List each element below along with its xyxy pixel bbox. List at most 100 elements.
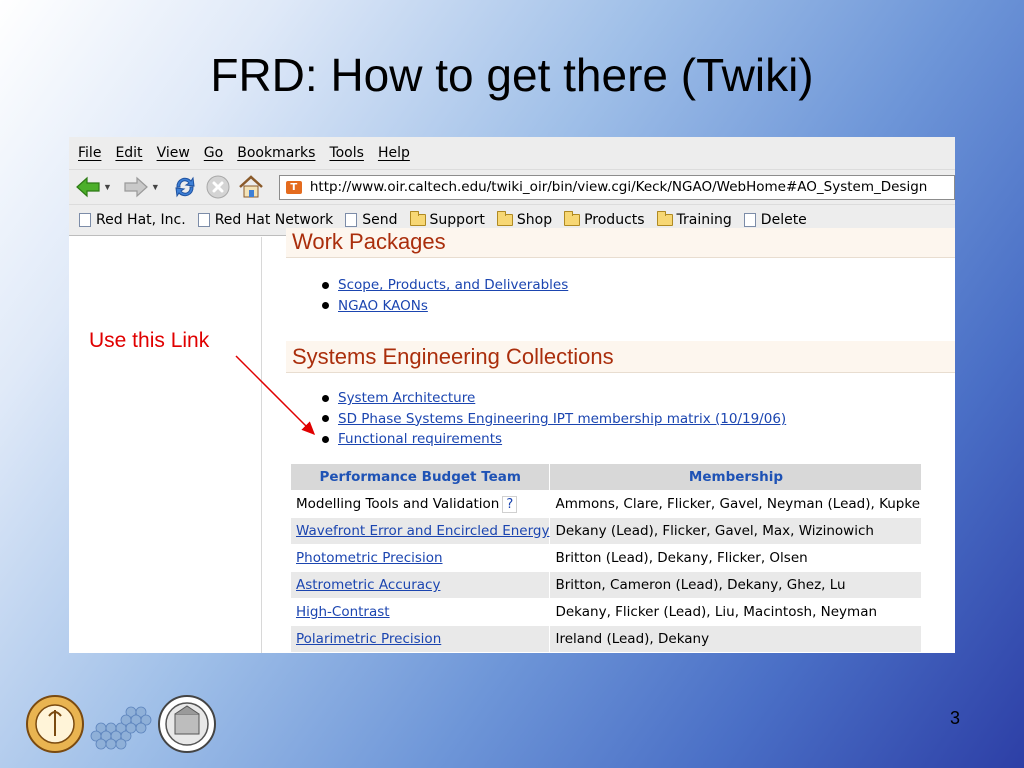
menu-help[interactable]: Help xyxy=(378,145,410,161)
team-cell: Astrometric Accuracy xyxy=(289,571,551,599)
bookmark-training[interactable]: Training xyxy=(656,211,732,228)
left-sidebar xyxy=(69,237,262,653)
forward-button[interactable]: ▼ xyxy=(123,176,165,198)
page-icon xyxy=(197,213,210,227)
membership-cell: Dekany (Lead), Flicker, Gavel, Max, Wizi… xyxy=(549,517,923,545)
institution-logos xyxy=(26,695,216,753)
folder-icon xyxy=(564,211,581,226)
keck-mirror-segments-icon xyxy=(90,706,152,750)
membership-cell: Dekany, Flicker (Lead), Liu, Macintosh, … xyxy=(549,598,923,626)
table-header-row: Performance Budget Team Membership xyxy=(289,463,923,491)
menu-bar: File Edit View Go Bookmarks Tools Help xyxy=(69,137,955,169)
site-favicon-icon: T xyxy=(285,180,302,194)
team-link[interactable]: Photometric Precision xyxy=(296,550,443,566)
stop-button[interactable] xyxy=(205,174,231,200)
menu-edit[interactable]: Edit xyxy=(115,145,142,161)
navigation-toolbar: ▼ ▼ T http://www.oir.caltech.edu/twiki_o… xyxy=(69,169,955,204)
page-content: Work Packages Scope, Products, and Deliv… xyxy=(69,228,955,653)
folder-icon xyxy=(496,211,513,226)
bookmark-label: Red Hat, Inc. xyxy=(96,212,186,228)
link-system-architecture[interactable]: System Architecture xyxy=(338,390,475,406)
table-row: High-Contrast Dekany, Flicker (Lead), Li… xyxy=(289,598,923,626)
column-header-team[interactable]: Performance Budget Team xyxy=(289,463,551,491)
main-pane: Work Packages Scope, Products, and Deliv… xyxy=(286,228,955,653)
link-functional-requirements[interactable]: Functional requirements xyxy=(338,431,502,447)
bookmark-delete[interactable]: Delete xyxy=(743,212,807,228)
forward-arrow-icon xyxy=(124,176,148,198)
back-button[interactable]: ▼ xyxy=(75,176,117,198)
team-name: Modelling Tools and Validation xyxy=(296,495,500,512)
systems-engineering-heading: Systems Engineering Collections xyxy=(286,341,955,373)
team-link[interactable]: Astrometric Accuracy xyxy=(296,577,440,593)
bookmark-label: Red Hat Network xyxy=(214,212,334,228)
list-item: Functional requirements xyxy=(322,429,786,450)
forward-dropdown-icon[interactable]: ▼ xyxy=(151,182,160,192)
bookmark-support[interactable]: Support xyxy=(409,211,485,228)
bookmark-label: Delete xyxy=(760,212,807,228)
stop-icon xyxy=(206,175,230,199)
bookmark-products[interactable]: Products xyxy=(564,211,645,228)
table-row: Astrometric Accuracy Britton, Cameron (L… xyxy=(289,571,923,599)
bookmark-label: Support xyxy=(429,212,485,228)
create-topic-link[interactable]: ? xyxy=(502,495,518,513)
bookmark-label: Training xyxy=(676,212,732,228)
team-link[interactable]: Wavefront Error and Encircled Energy xyxy=(296,523,549,539)
bookmark-send[interactable]: Send xyxy=(345,212,398,228)
performance-budget-table: Performance Budget Team Membership Model… xyxy=(289,463,923,653)
browser-screenshot: File Edit View Go Bookmarks Tools Help ▼… xyxy=(69,137,955,653)
back-dropdown-icon[interactable]: ▼ xyxy=(103,182,112,192)
uc-seal-icon xyxy=(158,695,216,753)
menu-go[interactable]: Go xyxy=(204,145,223,161)
back-arrow-icon xyxy=(76,176,100,198)
team-cell: Wavefront Error and Encircled Energy xyxy=(289,517,551,545)
membership-cell: Britton, Cameron (Lead), Dekany, Ghez, L… xyxy=(549,571,923,599)
team-cell: Modelling Tools and Validation? xyxy=(289,490,551,518)
bookmark-shop[interactable]: Shop xyxy=(496,211,553,228)
menu-bookmarks[interactable]: Bookmarks xyxy=(237,145,315,161)
membership-cell: Ireland (Lead), Dekany xyxy=(549,625,923,653)
team-link[interactable]: High-Contrast xyxy=(296,604,390,620)
team-link[interactable]: Polarimetric Precision xyxy=(296,631,441,647)
reload-button[interactable] xyxy=(171,174,199,200)
menu-view[interactable]: View xyxy=(157,145,190,161)
page-icon xyxy=(743,213,756,227)
team-cell: Photometric Precision xyxy=(289,544,551,572)
caltech-seal-icon xyxy=(26,695,84,753)
bookmark-red-hat-inc[interactable]: Red Hat, Inc. xyxy=(79,212,186,228)
page-icon xyxy=(345,213,358,227)
bookmark-red-hat-network[interactable]: Red Hat Network xyxy=(197,212,334,228)
home-button[interactable] xyxy=(237,174,265,200)
bookmark-label: Products xyxy=(584,212,645,228)
table-row: Wavefront Error and Encircled Energy Dek… xyxy=(289,517,923,545)
link-ngao-kaons[interactable]: NGAO KAONs xyxy=(338,298,428,314)
column-header-membership[interactable]: Membership xyxy=(549,463,923,491)
table-row: Photometric Precision Britton (Lead), De… xyxy=(289,544,923,572)
list-item: SD Phase Systems Engineering IPT members… xyxy=(322,409,786,430)
list-item: NGAO KAONs xyxy=(322,296,568,317)
systems-engineering-list: System Architecture SD Phase Systems Eng… xyxy=(322,388,786,450)
work-packages-heading: Work Packages xyxy=(286,228,955,258)
slide-title: FRD: How to get there (Twiki) xyxy=(210,49,814,101)
bookmark-label: Shop xyxy=(516,212,553,228)
url-input[interactable]: T http://www.oir.caltech.edu/twiki_oir/b… xyxy=(278,174,955,200)
list-item: Scope, Products, and Deliverables xyxy=(322,275,568,296)
menu-tools[interactable]: Tools xyxy=(329,145,364,161)
menu-file[interactable]: File xyxy=(78,145,101,161)
membership-cell: Ammons, Clare, Flicker, Gavel, Neyman (L… xyxy=(549,490,923,518)
annotation-label: Use this Link xyxy=(89,329,210,352)
link-scope-products[interactable]: Scope, Products, and Deliverables xyxy=(338,277,568,293)
membership-cell: Britton (Lead), Dekany, Flicker, Olsen xyxy=(549,544,923,572)
page-number: 3 xyxy=(950,708,961,728)
folder-icon xyxy=(409,211,426,226)
table-row: Polarimetric Precision Ireland (Lead), D… xyxy=(289,625,923,653)
home-icon xyxy=(239,175,263,198)
bookmark-label: Send xyxy=(362,212,398,228)
url-text: http://www.oir.caltech.edu/twiki_oir/bin… xyxy=(309,179,928,195)
team-cell: Polarimetric Precision xyxy=(289,625,551,653)
page-icon xyxy=(79,213,91,227)
list-item: System Architecture xyxy=(322,388,786,409)
work-packages-list: Scope, Products, and Deliverables NGAO K… xyxy=(322,275,568,316)
folder-icon xyxy=(656,211,673,226)
reload-icon xyxy=(175,176,195,198)
link-ipt-membership-matrix[interactable]: SD Phase Systems Engineering IPT members… xyxy=(338,411,786,427)
